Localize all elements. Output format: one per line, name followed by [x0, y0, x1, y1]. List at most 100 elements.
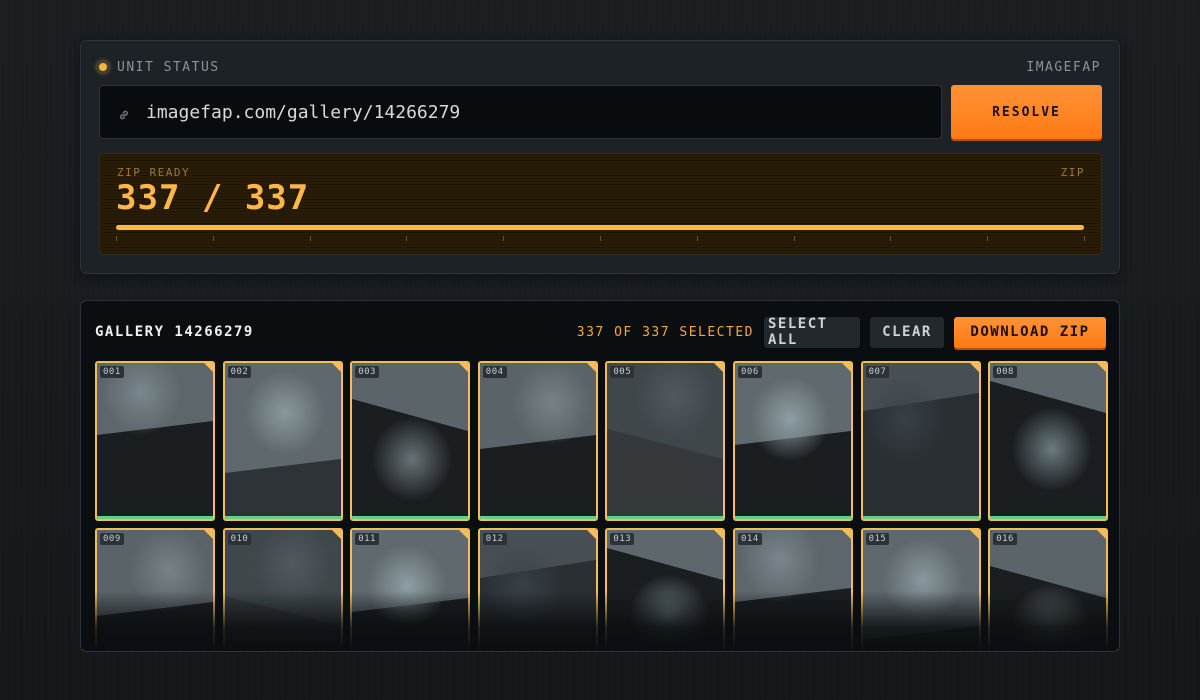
- thumbnail-image: [607, 363, 724, 519]
- gallery-thumbnail[interactable]: 008: [988, 361, 1109, 521]
- thumbnail-number: 007: [865, 366, 890, 378]
- gallery-thumbnail[interactable]: 004: [477, 361, 598, 521]
- progress-tick: [1084, 236, 1085, 241]
- gallery-panel: GALLERY 14266279 337 OF 337 SELECTED SEL…: [80, 300, 1120, 652]
- thumbnail-number: 010: [227, 533, 252, 545]
- gallery-thumbnail[interactable]: 002: [222, 361, 343, 521]
- thumbnail-number: 004: [482, 366, 507, 378]
- progress-tick: [987, 236, 989, 241]
- gallery-thumbnail[interactable]: 016: [988, 528, 1109, 651]
- thumbnail-number: 009: [100, 533, 124, 545]
- downloaded-indicator: [607, 516, 724, 519]
- progress-tick: [696, 236, 698, 241]
- selection-count: 337 OF 337 SELECTED: [576, 324, 754, 340]
- gallery-thumbnail[interactable]: 003: [350, 361, 471, 521]
- selected-corner-icon: [714, 363, 724, 372]
- thumbnail-number: 006: [738, 366, 762, 378]
- progress-tick: [600, 236, 601, 241]
- progress-tick: [793, 236, 795, 241]
- unit-status-panel: UNIT STATUS IMAGEFAP imagefap.com/galler…: [80, 40, 1120, 274]
- thumbnail-image: [735, 363, 851, 519]
- resolve-button[interactable]: RESOLVE: [951, 85, 1102, 139]
- progress-tick: [890, 236, 892, 241]
- selected-corner-icon: [459, 530, 469, 539]
- source-label: IMAGEFAP: [1026, 59, 1101, 75]
- thumbnail-image: [735, 530, 851, 651]
- thumbnail-image: [479, 363, 596, 519]
- gallery-title: GALLERY 14266279: [95, 324, 254, 340]
- downloaded-indicator: [990, 516, 1107, 519]
- thumbnail-image: [862, 530, 979, 651]
- downloaded-indicator: [479, 516, 596, 519]
- selected-corner-icon: [1097, 363, 1107, 372]
- gallery-actions: 337 OF 337 SELECTED SELECT ALL CLEAR DOW…: [576, 316, 1106, 348]
- gallery-thumbnail[interactable]: 012: [477, 528, 598, 651]
- thumbnail-number: 014: [738, 533, 762, 545]
- selected-corner-icon: [204, 363, 213, 372]
- selected-corner-icon: [714, 530, 724, 539]
- selected-corner-icon: [331, 363, 341, 372]
- url-input[interactable]: imagefap.com/gallery/14266279: [99, 85, 942, 139]
- progress-tick: [309, 236, 311, 241]
- gallery-thumbnail[interactable]: 015: [860, 528, 981, 651]
- select-all-button[interactable]: SELECT ALL: [764, 316, 860, 348]
- thumbnail-image: [224, 363, 341, 519]
- selected-corner-icon: [331, 530, 341, 539]
- thumbnail-image: [990, 363, 1107, 519]
- progress-format-label: ZIP: [1060, 166, 1085, 179]
- downloaded-indicator: [862, 516, 979, 519]
- url-value[interactable]: imagefap.com/gallery/14266279: [146, 102, 460, 123]
- selected-corner-icon: [842, 363, 851, 372]
- thumbnail-number: 011: [355, 533, 379, 545]
- selected-corner-icon: [1097, 530, 1107, 539]
- gallery-thumbnail[interactable]: 011: [350, 528, 471, 651]
- selected-corner-icon: [586, 363, 596, 372]
- download-zip-button[interactable]: DOWNLOAD ZIP: [954, 316, 1106, 348]
- gallery-thumbnail[interactable]: 006: [733, 361, 853, 521]
- selected-corner-icon: [204, 530, 213, 539]
- status-indicator: UNIT STATUS: [97, 60, 220, 75]
- thumbnail-number: 015: [865, 533, 890, 545]
- downloaded-indicator: [97, 516, 213, 519]
- thumbnail-number: 012: [482, 533, 507, 545]
- gallery-thumbnail[interactable]: 005: [605, 361, 726, 521]
- gallery-thumbnail[interactable]: 009: [95, 528, 215, 651]
- progress-bar-fill: [116, 225, 1084, 230]
- progress-display: ZIP READY ZIP 337 / 337: [99, 153, 1102, 255]
- thumbnail-number: 008: [993, 366, 1017, 378]
- thumbnail-image: [352, 530, 469, 651]
- status-row: UNIT STATUS IMAGEFAP: [97, 59, 1101, 75]
- progress-tick: [503, 236, 505, 241]
- gallery-thumbnail[interactable]: 014: [733, 528, 853, 651]
- clear-button[interactable]: CLEAR: [870, 316, 944, 348]
- progress-tick: [406, 236, 408, 241]
- thumbnail-image: [97, 363, 213, 519]
- selected-corner-icon: [969, 363, 979, 372]
- gallery-thumbnail[interactable]: 013: [605, 528, 726, 651]
- thumbnail-image: [862, 363, 979, 519]
- thumbnail-image: [97, 530, 213, 651]
- progress-tick: [212, 236, 214, 241]
- selected-corner-icon: [459, 363, 469, 372]
- status-led-icon: [97, 61, 109, 73]
- thumbnail-image: [607, 530, 724, 651]
- thumbnail-image: [479, 530, 596, 651]
- thumbnail-number: 003: [355, 366, 379, 378]
- gallery-thumbnail[interactable]: 010: [222, 528, 343, 651]
- thumbnail-image: [352, 363, 469, 519]
- status-label: UNIT STATUS: [117, 59, 220, 75]
- thumbnail-number: 016: [993, 533, 1017, 545]
- thumbnail-number: 001: [100, 366, 124, 378]
- thumbnail-number: 005: [610, 366, 635, 378]
- selected-corner-icon: [969, 530, 979, 539]
- gallery-thumbnail[interactable]: 001: [95, 361, 215, 521]
- downloaded-indicator: [352, 516, 469, 519]
- link-icon: [118, 106, 130, 120]
- downloaded-indicator: [224, 516, 341, 519]
- thumbnail-number: 002: [227, 366, 252, 378]
- selected-corner-icon: [586, 530, 596, 539]
- selected-corner-icon: [842, 530, 851, 539]
- gallery-thumbnail[interactable]: 007: [860, 361, 981, 521]
- progress-ticks: [116, 236, 1085, 241]
- downloaded-indicator: [735, 516, 851, 519]
